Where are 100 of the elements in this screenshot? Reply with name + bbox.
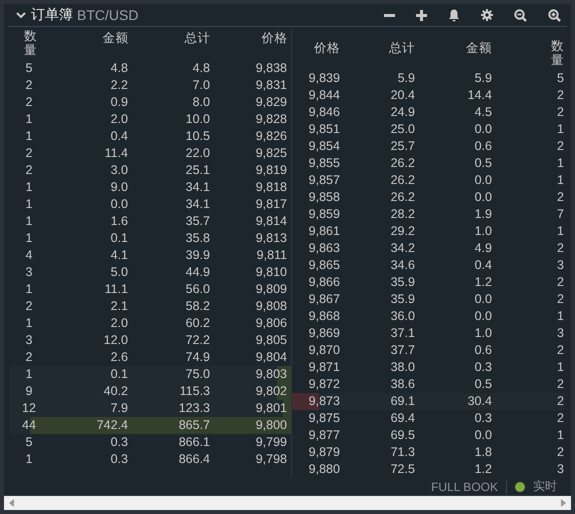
table-cell-text: 1 bbox=[556, 155, 564, 172]
table-cell-text: 0.0 bbox=[474, 121, 492, 138]
table-cell-text: 69.1 bbox=[390, 393, 415, 410]
zoom-out-icon[interactable] bbox=[514, 8, 527, 22]
table-cell-text: 0.0 bbox=[474, 308, 492, 325]
table-cell-text: 2 bbox=[24, 349, 34, 366]
settings-icon[interactable] bbox=[481, 9, 493, 21]
table-cell-text: 9,811 bbox=[256, 247, 287, 264]
table-cell-text: 34.1 bbox=[184, 196, 210, 213]
column-header: 金额 bbox=[102, 30, 128, 47]
table-cell-text: 3 bbox=[556, 461, 564, 478]
plus-icon[interactable] bbox=[416, 10, 427, 20]
bell-icon[interactable] bbox=[448, 8, 460, 22]
table-cell-text: 2.1 bbox=[110, 298, 128, 315]
table-cell-text: 0.0 bbox=[474, 172, 492, 189]
table-cell-text: 5.0 bbox=[110, 264, 128, 281]
table-cell-text: 742.4 bbox=[96, 417, 128, 434]
table-cell-text: 9,799 bbox=[254, 434, 287, 451]
table-cell-text: 0.1 bbox=[110, 366, 128, 383]
table-cell-text: 9,865 bbox=[308, 257, 340, 274]
table-cell-text: 35.8 bbox=[184, 230, 210, 247]
table-cell-text: 866.1 bbox=[178, 434, 210, 451]
table-cell-text: 115.3 bbox=[178, 383, 210, 400]
table-cell-text: 5 bbox=[556, 70, 564, 87]
table-cell-text: 37.1 bbox=[390, 325, 415, 342]
table-cell-text: 0.4 bbox=[474, 257, 492, 274]
table-cell-text: 1 bbox=[556, 359, 564, 376]
table-cell-text: 8.0 bbox=[192, 94, 210, 111]
table-cell-text: 12 bbox=[21, 400, 37, 417]
table-cell-text: 0.6 bbox=[474, 342, 492, 359]
table-cell-text: 2.0 bbox=[110, 111, 128, 128]
table-cell-text: 9,838 bbox=[254, 60, 287, 77]
table-cell-text: 9,877 bbox=[308, 427, 340, 444]
table-cell-text: 0.6 bbox=[474, 138, 492, 155]
live-label[interactable]: 实时 bbox=[533, 478, 557, 495]
table-cell-text: 2.2 bbox=[110, 77, 128, 94]
table-cell-text: 123.3 bbox=[178, 400, 210, 417]
table-cell-text: 2 bbox=[24, 162, 34, 179]
table-cell-text: 5.9 bbox=[474, 70, 492, 87]
zoom-in-icon[interactable] bbox=[548, 8, 561, 22]
table-cell-text: 0.4 bbox=[110, 128, 128, 145]
table-cell-text: 5 bbox=[24, 60, 34, 77]
table-cell-text: 72.5 bbox=[390, 461, 415, 478]
table-cell-text: 4 bbox=[24, 247, 34, 264]
table-cell-text: 9,829 bbox=[254, 94, 287, 111]
table-cell-text: 866.4 bbox=[178, 451, 210, 468]
table-cell-text: 69.5 bbox=[390, 427, 415, 444]
table-cell-text: 40.2 bbox=[102, 383, 128, 400]
table-cell-text: 9,879 bbox=[308, 444, 340, 461]
table-cell-text: 9,880 bbox=[308, 461, 340, 478]
table-cell-text: 4.5 bbox=[474, 104, 492, 121]
table-cell-text: 9,831 bbox=[254, 77, 287, 94]
table-cell-text: 26.2 bbox=[390, 189, 415, 206]
table-cell-text: 1 bbox=[556, 427, 564, 444]
column-header: 总计 bbox=[388, 40, 415, 57]
table-cell-text: 9,809 bbox=[254, 281, 287, 298]
table-cell-text: 9,818 bbox=[254, 179, 287, 196]
table-cell-text: 2 bbox=[556, 342, 564, 359]
table-cell-text: 2 bbox=[556, 444, 564, 461]
table-cell-text: 9,814 bbox=[254, 213, 287, 230]
full-book-link[interactable]: FULL BOOK bbox=[431, 480, 498, 494]
table-cell-text: 0.9 bbox=[110, 94, 128, 111]
table-cell-text: 1 bbox=[556, 223, 564, 240]
table-cell-text: 9,802 bbox=[254, 383, 287, 400]
table-cell-text: 9,857 bbox=[308, 172, 340, 189]
column-header: 价格 bbox=[260, 30, 288, 47]
table-cell-text: 1 bbox=[24, 196, 34, 213]
table-cell-text: 5 bbox=[24, 434, 34, 451]
table-cell-text: 35.9 bbox=[390, 274, 415, 291]
table-cell-text: 44.9 bbox=[184, 264, 210, 281]
table-cell-text: 9,813 bbox=[254, 230, 287, 247]
table-cell-text: 11.1 bbox=[104, 281, 128, 298]
table-cell-text: 9,826 bbox=[254, 128, 287, 145]
column-header: 价格 bbox=[312, 40, 340, 57]
table-cell-text: 9,828 bbox=[254, 111, 287, 128]
table-cell-text: 10.0 bbox=[184, 111, 210, 128]
table-cell-text: 29.2 bbox=[390, 223, 415, 240]
table-cell-text: 1 bbox=[556, 121, 564, 138]
table-cell-text: 4.1 bbox=[110, 247, 128, 264]
table-cell-text: 60.2 bbox=[184, 315, 210, 332]
table-cell-text: 2 bbox=[556, 393, 564, 410]
table-cell-text: 25.0 bbox=[390, 121, 415, 138]
table-cell-text: 9,870 bbox=[308, 342, 340, 359]
table-cell-text: 30.4 bbox=[466, 393, 492, 410]
table-cell-text: 4.9 bbox=[474, 240, 492, 257]
table-cell-text: 1 bbox=[24, 179, 34, 196]
table-cell-text: 2 bbox=[556, 291, 564, 308]
table-cell-text: 34.2 bbox=[390, 240, 415, 257]
table-cell-text: 9,801 bbox=[254, 400, 287, 417]
table-cell-text: 3 bbox=[24, 264, 34, 281]
table-cell-text: 28.2 bbox=[390, 206, 415, 223]
table-cell-text: 9,859 bbox=[308, 206, 340, 223]
chevron-down-icon[interactable] bbox=[16, 12, 26, 18]
table-cell-text: 71.3 bbox=[390, 444, 415, 461]
table-cell-text: 9,873 bbox=[308, 393, 340, 410]
table-cell-text: 2 bbox=[556, 376, 564, 393]
table-cell-text: 9,866 bbox=[308, 274, 340, 291]
table-cell-text: 1 bbox=[556, 308, 564, 325]
table-cell-text: 0.1 bbox=[110, 230, 128, 247]
table-cell-text: 2 bbox=[556, 274, 564, 291]
